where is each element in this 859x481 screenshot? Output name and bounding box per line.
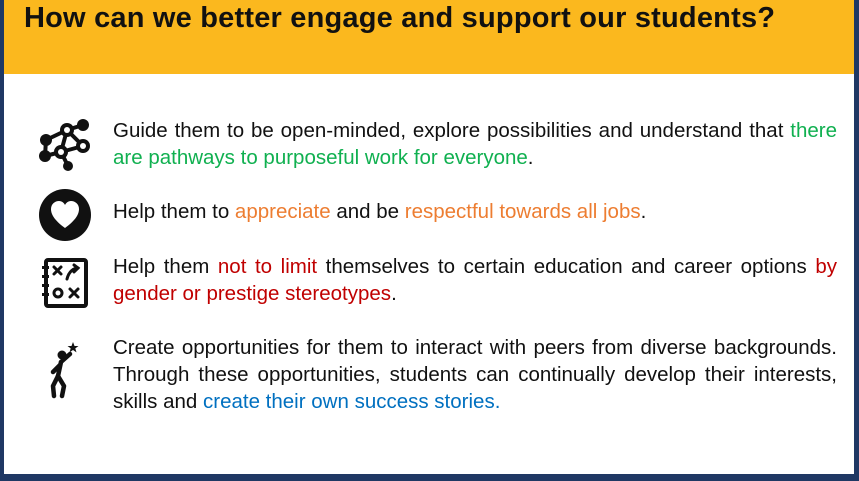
item-text: Help them not to limit themselves to cer… — [113, 255, 837, 305]
slide: How can we better engage and support our… — [4, 0, 854, 474]
item-text: Create opportunities for them to interac… — [113, 336, 837, 413]
title-banner: How can we better engage and support our… — [4, 0, 854, 74]
item-text: Help them to appreciate and be respectfu… — [113, 200, 647, 223]
slide-title: How can we better engage and support our… — [24, 2, 776, 34]
heart-circle-icon — [34, 186, 96, 248]
reaching-star-person-icon — [34, 340, 96, 402]
strategy-board-icon — [34, 253, 96, 315]
network-nodes-icon — [34, 114, 96, 176]
item-text: Guide them to be open-minded, explore po… — [113, 119, 837, 169]
